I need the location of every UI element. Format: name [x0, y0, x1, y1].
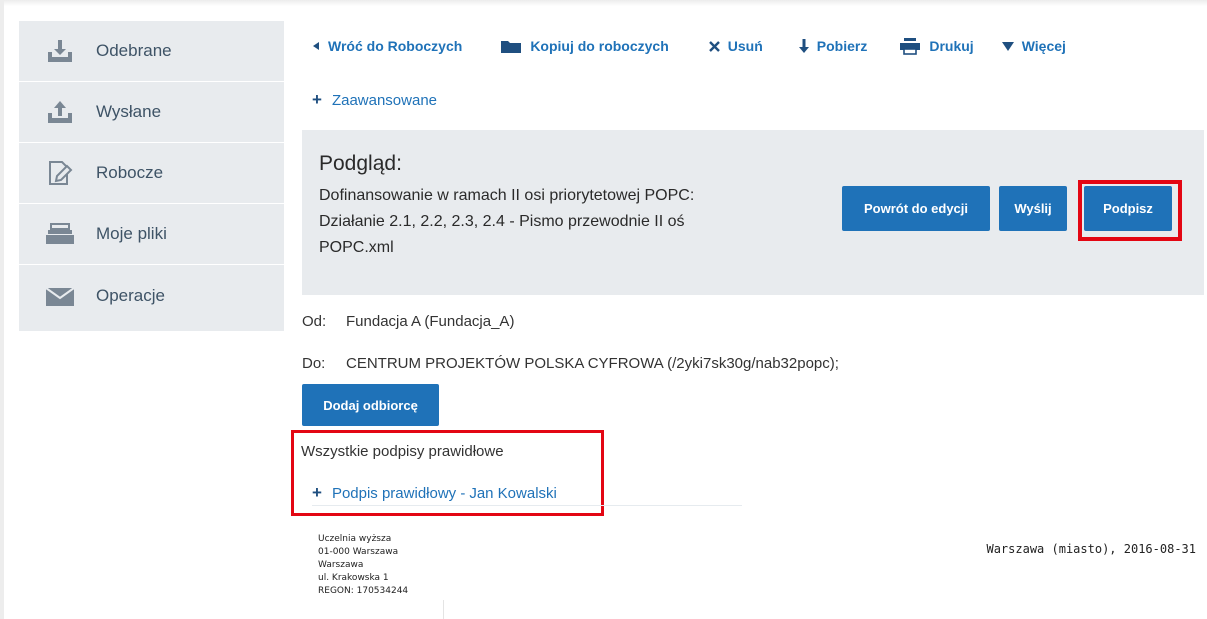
sidebar-item-label: Wysłane: [96, 102, 162, 121]
sidebar-item-label: Moje pliki: [96, 224, 167, 243]
print-label: Drukuj: [929, 38, 974, 54]
preview-panel: Podgląd: Dofinansowanie w ramach II osi …: [302, 130, 1204, 295]
recipient-row: Do: CENTRUM PROJEKTÓW POLSKA CYFROWA (/2y…: [302, 355, 839, 372]
folder-icon: [500, 38, 522, 54]
sidebar-item-label: Odebrane: [96, 41, 172, 60]
download-label: Pobierz: [816, 38, 868, 54]
send-button[interactable]: Wyślij: [999, 186, 1067, 231]
sidebar-item-moje-pliki[interactable]: Moje pliki: [19, 204, 284, 265]
document-edge: [443, 600, 444, 619]
signature-divider: [312, 505, 742, 506]
sidebar-item-label: Robocze: [96, 163, 164, 182]
top-shadow: [0, 0, 1207, 6]
address-line: Warszawa: [318, 560, 364, 570]
toolbar: Wróć do Roboczych Kopiuj do roboczych Us…: [312, 34, 1066, 58]
printer-icon: [899, 37, 921, 55]
sender-label: Od:: [302, 313, 327, 330]
download-link[interactable]: Pobierz: [798, 38, 868, 54]
delete-label: Usuń: [727, 38, 763, 54]
document-place-date: Warszawa (miasto), 2016-08-31: [986, 542, 1196, 556]
add-recipient-button[interactable]: Dodaj odbiorcę: [302, 384, 439, 426]
file-stack-icon: [43, 222, 83, 246]
preview-heading: Podgląd:: [319, 152, 402, 175]
signatures-summary: Wszystkie podpisy prawidłowe: [301, 443, 504, 460]
envelope-icon: [43, 284, 83, 308]
signature-entry[interactable]: + Podpis prawidłowy - Jan Kowalski: [312, 483, 557, 503]
back-to-drafts-link[interactable]: Wróć do Roboczych: [312, 38, 462, 54]
upload-tray-icon: [43, 100, 83, 124]
left-edge: [0, 0, 4, 619]
document-sender-address: Uczelnia wyższa 01-000 Warszawa Warszawa…: [318, 533, 408, 598]
caret-left-icon: [312, 41, 320, 51]
sidebar-item-label: Operacje: [96, 285, 165, 305]
sidebar-item-robocze[interactable]: Robocze: [19, 143, 284, 204]
copy-to-drafts-label: Kopiuj do roboczych: [530, 38, 669, 54]
sidebar-item-wyslane[interactable]: Wysłane: [19, 82, 284, 143]
delete-link[interactable]: Usuń: [708, 38, 763, 54]
sender-value: Fundacja A (Fundacja_A): [346, 313, 515, 330]
sidebar-item-operacje[interactable]: Operacje: [19, 265, 284, 326]
draft-edit-icon: [43, 160, 83, 186]
copy-to-drafts-link[interactable]: Kopiuj do roboczych: [500, 38, 669, 54]
signature-status: Podpis prawidłowy -: [331, 484, 466, 502]
arrow-down-icon: [798, 39, 809, 53]
plus-icon: +: [312, 90, 322, 109]
sign-button[interactable]: Podpisz: [1084, 186, 1172, 231]
advanced-toggle[interactable]: + Zaawansowane: [312, 90, 437, 110]
recipient-value: CENTRUM PROJEKTÓW POLSKA CYFROWA (/2yki7…: [346, 355, 839, 372]
download-tray-icon: [43, 39, 83, 63]
back-to-drafts-label: Wróć do Roboczych: [328, 38, 463, 54]
more-label: Więcej: [1021, 38, 1066, 54]
address-line: 01-000 Warszawa: [318, 547, 399, 557]
address-line: Uczelnia wyższa: [318, 534, 392, 544]
sidebar: Odebrane Wysłane Robocze Moje pliki Oper…: [19, 21, 284, 331]
caret-down-icon: [1001, 41, 1014, 51]
plus-icon: +: [312, 483, 322, 502]
close-icon: [708, 40, 720, 52]
signer-name: Jan Kowalski: [469, 484, 557, 502]
document-title: Dofinansowanie w ramach II osi priorytet…: [319, 187, 695, 256]
print-link[interactable]: Drukuj: [899, 37, 974, 55]
advanced-label: Zaawansowane: [331, 91, 438, 109]
more-dropdown[interactable]: Więcej: [1001, 38, 1066, 54]
sidebar-item-odebrane[interactable]: Odebrane: [19, 21, 284, 82]
sender-row: Od: Fundacja A (Fundacja_A): [302, 313, 514, 330]
address-line: ul. Krakowska 1: [318, 573, 389, 583]
address-line: REGON: 170534244: [318, 586, 409, 596]
recipient-label: Do:: [302, 355, 326, 372]
back-to-edit-button[interactable]: Powrót do edycji: [842, 186, 990, 231]
